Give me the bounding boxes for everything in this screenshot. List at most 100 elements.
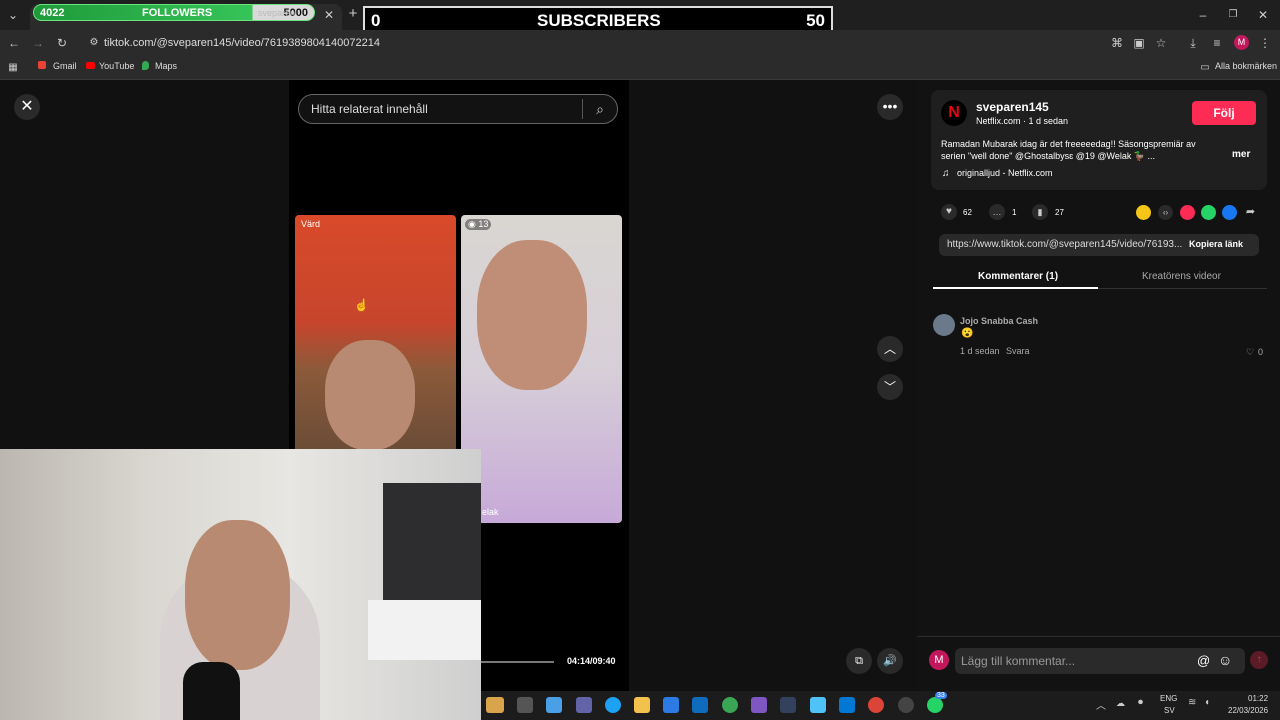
bookmark-star-icon[interactable]: ☆ xyxy=(1154,34,1168,52)
mention-icon[interactable]: @ xyxy=(1197,653,1210,668)
minimize-icon[interactable]: – xyxy=(1196,6,1210,24)
search-icon[interactable]: ⌕ xyxy=(591,100,609,118)
comment-count: 1 xyxy=(1012,208,1017,217)
whatsapp-badge: 33 xyxy=(935,692,947,699)
store-icon[interactable] xyxy=(663,697,679,713)
progress-bar[interactable] xyxy=(481,661,554,663)
site-info-icon[interactable]: ⚙ xyxy=(87,34,101,52)
obs-icon[interactable] xyxy=(898,697,914,713)
tab-menu-chevron-icon[interactable]: ⌄ xyxy=(5,6,21,24)
playback-time: 04:14/09:40 xyxy=(567,656,616,666)
file-explorer-icon[interactable] xyxy=(634,697,650,713)
back-icon[interactable]: ← xyxy=(6,34,22,52)
tray-mic-icon[interactable]: ⏺ xyxy=(1138,697,1143,708)
cast-icon[interactable]: ▣ xyxy=(1132,34,1146,52)
search-divider xyxy=(582,99,583,119)
copilot-icon[interactable] xyxy=(546,697,562,713)
outlook-icon[interactable] xyxy=(692,697,708,713)
folder-icon: ▭ xyxy=(1200,62,1210,73)
follow-button[interactable]: Följ xyxy=(1192,101,1256,125)
app-icon-2[interactable] xyxy=(780,697,796,713)
translate-icon[interactable]: ⌘ xyxy=(1110,34,1124,52)
caption-more-link[interactable]: mer xyxy=(1232,149,1250,160)
app-icon-1[interactable] xyxy=(751,697,767,713)
video-link: https://www.tiktok.com/@sveparen145/vide… xyxy=(947,239,1183,250)
restore-icon[interactable]: ❐ xyxy=(1226,6,1240,24)
wifi-icon[interactable]: ≋ xyxy=(1188,697,1196,708)
taskbar-widget-icon[interactable] xyxy=(486,697,504,713)
bookmark-maps[interactable]: Maps xyxy=(155,61,177,71)
share-arrow-icon[interactable]: ➦ xyxy=(1243,205,1258,220)
tray-lang-2[interactable]: SV xyxy=(1164,706,1175,715)
previous-video-button[interactable]: ︿ xyxy=(877,336,903,362)
whatsapp-icon[interactable] xyxy=(1201,205,1216,220)
bookmark-gmail[interactable]: Gmail xyxy=(53,61,77,71)
facebook-icon[interactable] xyxy=(1222,205,1237,220)
comment-author[interactable]: Jojo Snabba Cash xyxy=(960,316,1038,326)
comment-icon[interactable]: … xyxy=(989,204,1005,220)
send-icon[interactable] xyxy=(1180,205,1195,220)
edge-icon[interactable] xyxy=(605,697,621,713)
media-icon[interactable]: ≡ xyxy=(1210,34,1224,52)
bookmarks-bar xyxy=(0,56,1280,80)
new-tab-icon[interactable]: + xyxy=(346,5,360,23)
subs-goal: 50 xyxy=(806,11,825,30)
window-close-icon[interactable]: ✕ xyxy=(1256,6,1270,24)
emoji-icon[interactable]: ☺ xyxy=(1218,652,1232,668)
all-bookmarks[interactable]: Alla bokmärken xyxy=(1215,61,1277,71)
like-icon[interactable]: ♥ xyxy=(941,204,957,220)
post-meta: Netflix.com · 1 d sedan xyxy=(976,116,1069,126)
embed-icon[interactable]: ‹› xyxy=(1158,205,1173,220)
picture-in-picture-button[interactable]: ⧉ xyxy=(846,648,872,674)
copy-link-button[interactable]: Kopiera länk xyxy=(1189,239,1243,249)
teams-icon[interactable] xyxy=(576,697,592,713)
tray-lang[interactable]: ENG xyxy=(1160,694,1177,703)
save-icon[interactable]: ▮ xyxy=(1032,204,1048,220)
related-search-input[interactable]: Hitta relaterat innehåll xyxy=(298,94,618,124)
more-options-button[interactable]: ••• xyxy=(877,94,903,120)
host-label: Värd xyxy=(301,219,321,229)
comment-placeholder: Lägg till kommentar... xyxy=(961,654,1076,668)
creator-username[interactable]: sveparen145 xyxy=(976,100,1049,114)
mouse-cursor-icon: ☝ xyxy=(354,298,369,312)
tray-cloud-icon[interactable]: ☁ xyxy=(1116,698,1125,709)
apps-grid-icon[interactable]: ▦ xyxy=(6,59,20,77)
url-text: tiktok.com/@sveparen145/video/7619389804… xyxy=(104,37,380,49)
search-placeholder: Hitta relaterat innehåll xyxy=(311,102,428,116)
repost-icon[interactable] xyxy=(1136,205,1151,220)
next-video-button[interactable]: ﹀ xyxy=(877,374,903,400)
reload-icon[interactable]: ↻ xyxy=(54,34,70,52)
app-icon-3[interactable] xyxy=(810,697,826,713)
vpn-icon[interactable] xyxy=(722,697,738,713)
tab-creator-videos[interactable]: Kreatörens videor xyxy=(1142,271,1221,282)
download-icon[interactable]: ⤓ xyxy=(1186,34,1200,52)
sound-name[interactable]: originalljud - Netflix.com xyxy=(957,168,1053,178)
maps-icon xyxy=(142,61,149,70)
comment-reply[interactable]: Svara xyxy=(1006,346,1030,356)
microphone-icon xyxy=(183,662,240,720)
commenter-avatar[interactable] xyxy=(933,314,955,336)
volume-button[interactable]: 🔊 xyxy=(877,648,903,674)
profile-avatar[interactable]: M xyxy=(1234,35,1249,50)
clock-time[interactable]: 01:22 xyxy=(1248,694,1268,703)
tab-comments[interactable]: Kommentarer (1) xyxy=(978,271,1058,282)
kebab-menu-icon[interactable]: ⋮ xyxy=(1258,34,1272,52)
clock-date[interactable]: 22/03/2026 xyxy=(1228,706,1268,715)
chrome-icon[interactable] xyxy=(868,697,884,713)
creator-avatar[interactable]: N xyxy=(941,100,967,126)
bookmark-youtube[interactable]: YouTube xyxy=(99,61,134,71)
comment-like-icon[interactable]: ♡ xyxy=(1246,347,1254,358)
post-comment-button[interactable]: ↑ xyxy=(1250,651,1268,669)
youtube-icon xyxy=(86,62,95,69)
forward-icon[interactable]: → xyxy=(30,34,46,52)
task-view-icon[interactable] xyxy=(517,697,533,713)
tray-chevron-icon[interactable]: ︿ xyxy=(1096,697,1106,712)
app-icon-4[interactable] xyxy=(839,697,855,713)
tab-close-icon[interactable]: ✕ xyxy=(322,6,336,24)
close-viewer-button[interactable]: ✕ xyxy=(14,94,40,120)
speaker-icon[interactable]: ◖ xyxy=(1204,697,1210,708)
viewer-count-badge: ◉ 13 xyxy=(465,219,492,230)
whatsapp-taskbar-icon[interactable] xyxy=(927,697,943,713)
active-tab-indicator xyxy=(933,287,1098,289)
url-field[interactable]: tiktok.com/@sveparen145/video/7619389804… xyxy=(84,34,1104,52)
